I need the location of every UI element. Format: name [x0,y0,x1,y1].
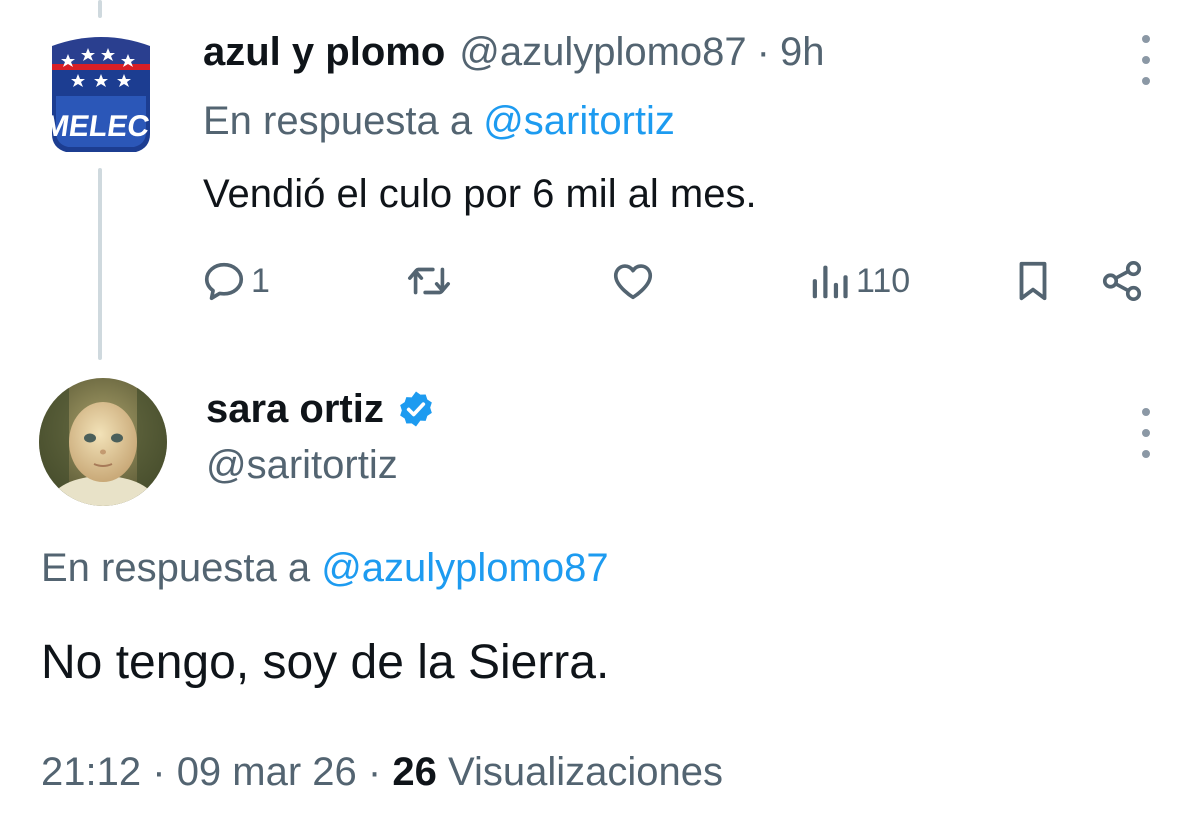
avatar-saritortiz[interactable] [39,378,167,506]
tweet-metadata: 21:12 · 09 mar 26 · 26 Visualizaciones [41,746,723,798]
bookmark-icon [1019,261,1047,301]
separator: · [756,30,770,74]
more-icon-dot [1142,408,1150,416]
in-reply-to: En respuesta a @azulyplomo87 [41,543,609,593]
main-tweet-text: No tengo, soy de la Sierra. [41,636,610,689]
main-author-name-text: sara ortiz [206,387,384,431]
more-icon-dot [1142,429,1150,437]
in-reply-mention-link[interactable]: @saritortiz [483,99,675,143]
tweet-date[interactable]: 09 mar 26 [177,750,357,794]
verified-badge-icon [400,391,432,427]
views-link[interactable]: 26 Visualizaciones [392,750,723,794]
views-label: Visualizaciones [448,750,723,794]
avatar-emelec[interactable]: EMELEC [22,24,156,164]
reply-button[interactable]: 1 [201,258,270,304]
thread-line [98,168,102,360]
separator: · [367,750,382,794]
separator: · [152,750,166,794]
more-options-button[interactable] [1136,408,1156,458]
tweet-time[interactable]: 21:12 [41,750,141,794]
views-count: 110 [856,262,911,300]
reply-count: 1 [251,262,270,300]
retweet-button[interactable] [404,258,458,304]
avatar-photo [39,378,167,506]
more-icon-dot [1142,35,1150,43]
reply-header: azul y plomo @azulyplomo87 · 9h [203,26,825,78]
in-reply-prefix: En respuesta a [41,546,311,590]
share-icon [1102,260,1142,302]
more-options-button[interactable] [1136,35,1156,85]
in-reply-prefix: En respuesta a [203,99,473,143]
more-icon-dot [1142,450,1150,458]
more-icon-dot [1142,56,1150,64]
avatar-logo-text: EMELEC [46,110,151,143]
reply-timestamp[interactable]: 9h [780,26,825,78]
reply-tweet-text: Vendió el culo por 6 mil al mes. [203,172,757,216]
share-button[interactable] [1098,258,1146,304]
main-author-name[interactable]: sara ortiz [206,384,436,434]
thread-line [98,0,102,18]
reply-author-name[interactable]: azul y plomo [203,26,445,78]
more-icon-dot [1142,77,1150,85]
in-reply-mention-link[interactable]: @azulyplomo87 [321,546,608,590]
views-button[interactable]: 110 [808,258,910,304]
heart-icon [613,264,653,300]
reply-author-handle[interactable]: @azulyplomo87 [459,26,746,78]
emelec-shield-icon: EMELEC [22,37,151,152]
main-author-handle[interactable]: @saritortiz [206,440,398,490]
like-button[interactable] [609,258,661,304]
retweet-icon [408,267,450,295]
tweet-thread: EMELEC azul y plomo @azulyplomo87 · 9h E… [0,0,1200,828]
views-number: 26 [392,750,437,794]
reply-icon [204,262,244,301]
views-icon [812,265,848,299]
bookmark-button[interactable] [1012,258,1054,304]
in-reply-to: En respuesta a @saritortiz [203,96,675,146]
